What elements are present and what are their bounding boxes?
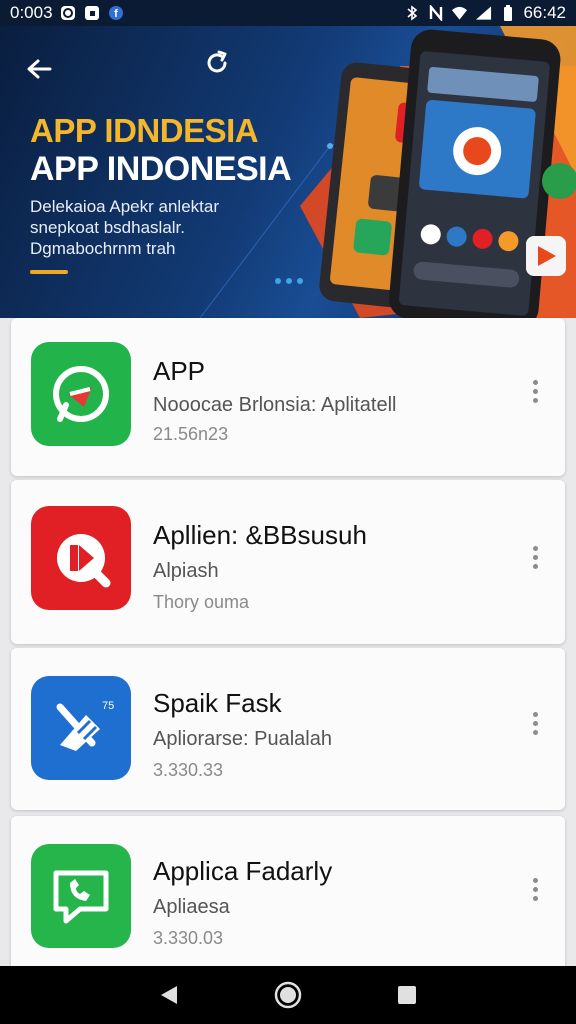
- home-circle-icon[interactable]: [268, 975, 308, 1015]
- app-card-1[interactable]: APP Nooocae Brlonsia: Aplitatell 21.56n2…: [11, 318, 565, 476]
- back-triangle-icon[interactable]: [149, 975, 189, 1015]
- svg-text:f: f: [114, 8, 118, 20]
- more-options-icon[interactable]: [525, 706, 545, 740]
- bluetooth-icon: [403, 5, 420, 22]
- whatsapp-icon: [60, 5, 77, 22]
- more-options-icon[interactable]: [525, 540, 545, 574]
- app-meta: Thory ouma: [153, 592, 250, 612]
- battery-icon: [499, 5, 516, 22]
- app-meta: 3.330.03: [153, 928, 224, 948]
- svg-text:75: 75: [102, 700, 114, 712]
- wifi-icon: [451, 5, 468, 22]
- app-name: Apllien: &BBsusuh: [153, 520, 367, 550]
- app-icon: [84, 5, 101, 22]
- more-options-icon[interactable]: [525, 374, 545, 408]
- app-meta: 3.330.33: [153, 760, 224, 780]
- back-arrow-icon[interactable]: [22, 52, 56, 86]
- refresh-icon[interactable]: [200, 46, 234, 80]
- app-subtitle: Apliaesa: [153, 896, 230, 918]
- app-subtitle: Nooocae Brlonsia: Aplitatell: [153, 394, 397, 416]
- hero-underline: [30, 270, 68, 274]
- facebook-icon: f: [108, 5, 125, 22]
- hero-title-accent: APP IDNDESIA: [30, 112, 259, 149]
- hero-description: Delekaioa Apekr anlektar snepkoat bsdhas…: [30, 197, 220, 258]
- phones-illustration: [319, 29, 576, 318]
- app-card-3[interactable]: 75 Spaik Fask Apliorarse: Pualalah 3.330…: [11, 648, 565, 810]
- status-time-right: 66:42: [523, 3, 566, 22]
- app-meta: 21.56n23: [153, 424, 229, 444]
- app-card-2[interactable]: Apllien: &BBsusuh Alpiash Thory ouma: [11, 480, 565, 644]
- app-card-4[interactable]: Applica Fadarly Apliaesa 3.330.03: [11, 816, 565, 976]
- hero-title: APP INDONESIA: [30, 150, 292, 188]
- whatsapp-icon: [31, 342, 131, 446]
- play-q-icon: [31, 506, 131, 610]
- app-subtitle: Alpiash: [153, 560, 219, 582]
- app-subtitle: Apliorarse: Pualalah: [153, 728, 332, 750]
- navigation-bar: [0, 966, 576, 1024]
- nfc-icon: [427, 5, 444, 22]
- broom-icon: 75: [31, 676, 131, 780]
- status-time-left: 0:003: [10, 3, 53, 22]
- more-options-icon[interactable]: [525, 872, 545, 906]
- chat-phone-icon: [31, 844, 131, 948]
- status-bar: 0:003 f 66:42: [0, 0, 576, 26]
- recents-square-icon[interactable]: [387, 975, 427, 1015]
- app-name: APP: [153, 356, 206, 386]
- app-name: Applica Fadarly: [153, 856, 333, 886]
- hero-banner: APP IDNDESIA APP INDONESIA Delekaioa Ape…: [0, 26, 576, 318]
- app-name: Spaik Fask: [153, 688, 282, 718]
- signal-icon: [475, 5, 492, 22]
